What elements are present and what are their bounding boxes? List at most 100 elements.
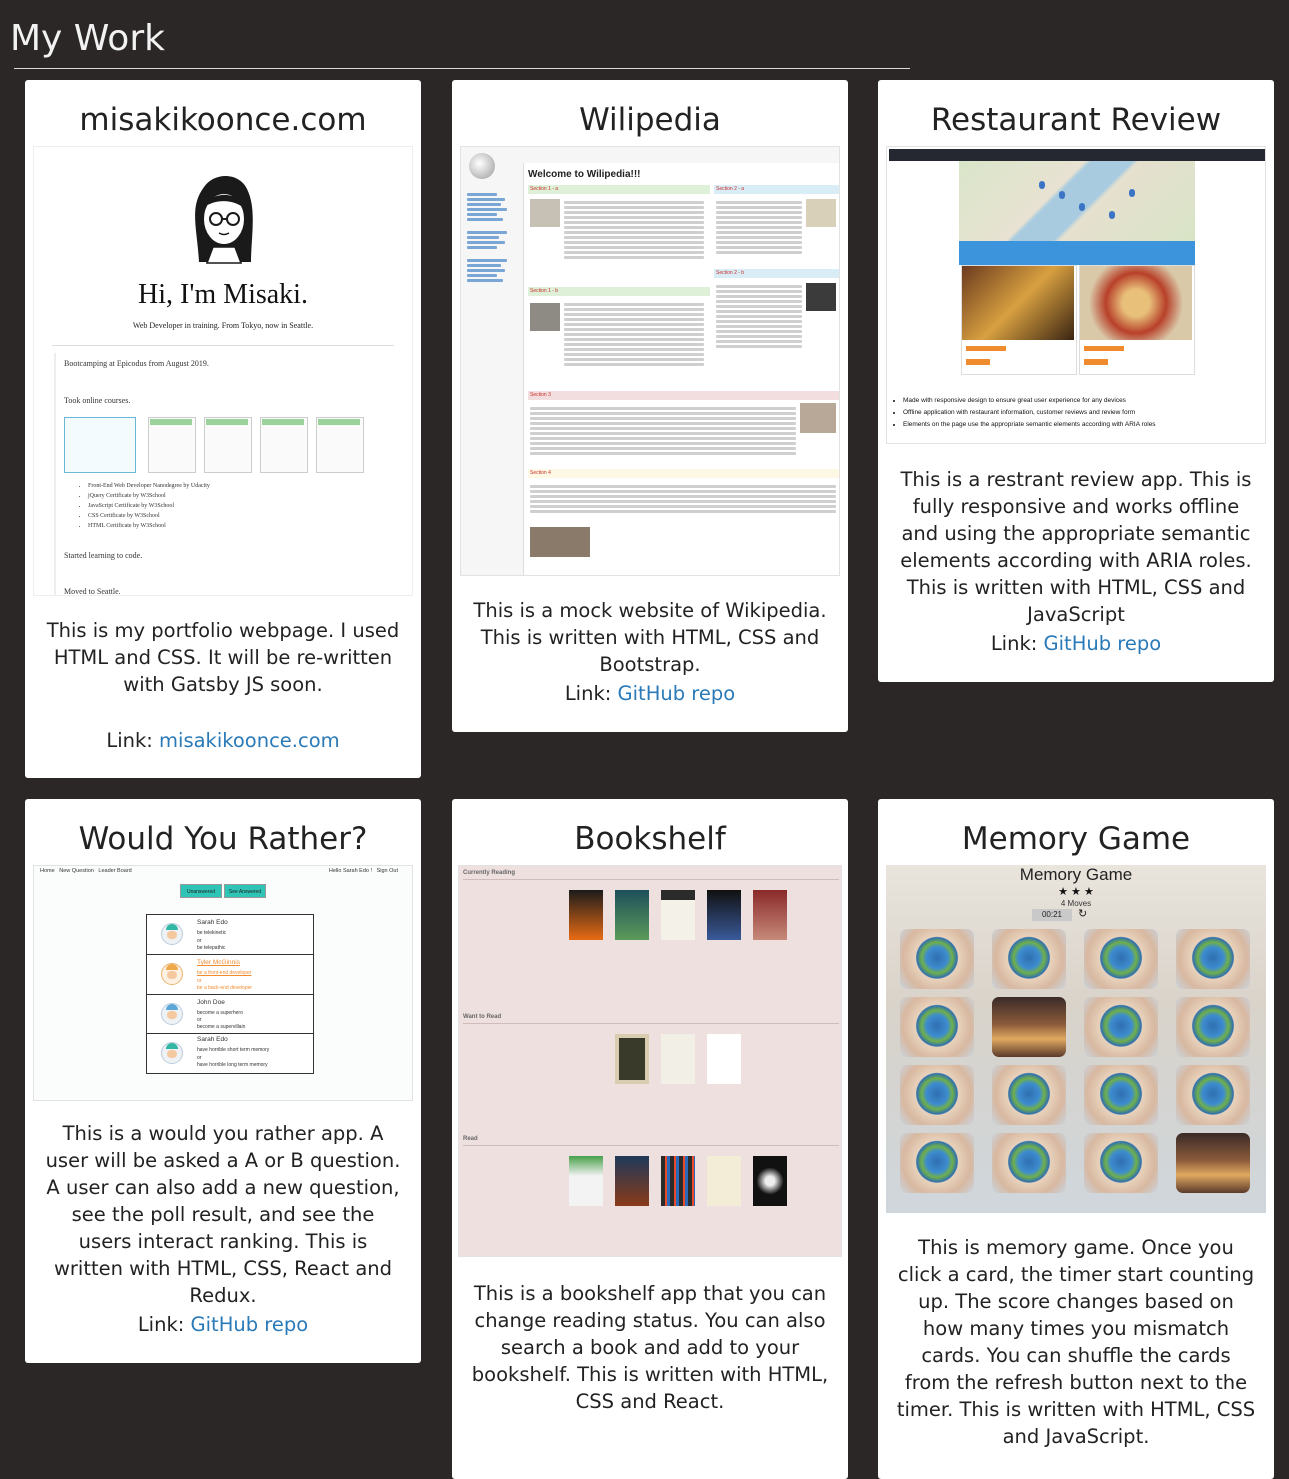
poll-author: Sarah Edo bbox=[197, 919, 228, 926]
poll-author: Sarah Edo bbox=[197, 1036, 228, 1043]
memory-card[interactable] bbox=[992, 929, 1066, 989]
poll-author: Tyler McGinnis bbox=[197, 959, 240, 966]
card-description: This is a mock website of Wikipedia. Thi… bbox=[473, 599, 827, 676]
memory-card[interactable] bbox=[1084, 1065, 1158, 1125]
link-label: Link: bbox=[990, 632, 1044, 655]
poll-option-b: become a supervillain bbox=[197, 1024, 246, 1030]
list-item: Front-End Web Developer Nanodegree by Ud… bbox=[88, 481, 210, 491]
section-label: Section 3 bbox=[530, 392, 551, 398]
poll-or: or bbox=[197, 1017, 202, 1023]
github-repo-link[interactable]: GitHub repo bbox=[618, 682, 736, 705]
poll-option-a: have horrible short term memory bbox=[197, 1047, 270, 1053]
portfolio-screenshot: Hi, I'm Misaki. Web Developer in trainin… bbox=[33, 146, 413, 596]
list-item: jQuery Certificate by W3School bbox=[88, 491, 210, 501]
game-timer: 00:21 bbox=[1032, 909, 1072, 921]
poll-option-b: be a back-end developer bbox=[197, 985, 253, 991]
card-title: Wilipedia bbox=[579, 102, 721, 138]
timeline-item: Moved to Seattle. bbox=[64, 587, 121, 596]
wiki-heading: Welcome to Wilipedia!!! bbox=[528, 169, 641, 180]
star-rating: ★ ★ ★ bbox=[1058, 886, 1094, 898]
avatar bbox=[161, 1042, 183, 1064]
github-repo-link[interactable]: GitHub repo bbox=[1044, 632, 1162, 655]
avatar bbox=[161, 963, 183, 985]
memory-card[interactable] bbox=[1084, 929, 1158, 989]
card-description: This is a would you rather app. A user w… bbox=[45, 1122, 401, 1307]
title-divider bbox=[14, 68, 910, 69]
link-label: Link: bbox=[106, 729, 160, 752]
section-label: Section 1 - b bbox=[530, 288, 559, 294]
poll-or: or bbox=[197, 938, 202, 944]
card-title: Restaurant Review bbox=[930, 102, 1222, 138]
memory-card[interactable] bbox=[900, 997, 974, 1057]
memory-card[interactable] bbox=[992, 1065, 1066, 1125]
shelf-title: Currently Reading bbox=[463, 870, 516, 876]
nav-new-question: New Question bbox=[59, 868, 94, 874]
portfolio-link[interactable]: misakikoonce.com bbox=[159, 729, 340, 752]
list-item: Made with responsive design to ensure gr… bbox=[903, 395, 1156, 407]
list-item: HTML Certificate by W3School bbox=[88, 521, 210, 531]
tab-unanswered: Unanswered bbox=[180, 884, 222, 898]
card-grid bbox=[900, 929, 1254, 1205]
memory-card-revealed[interactable] bbox=[992, 997, 1066, 1057]
card-title: misakikoonce.com bbox=[79, 102, 367, 138]
link-label: Link: bbox=[137, 1313, 191, 1336]
would-you-rather-screenshot: Home New Question Leader Board Hello Sar… bbox=[33, 865, 413, 1101]
poll-option-a: become a superhero bbox=[197, 1010, 243, 1016]
memory-card-revealed[interactable] bbox=[1176, 1133, 1250, 1193]
wilipedia-screenshot: Welcome to Wilipedia!!! Section 1 - a Se… bbox=[460, 146, 840, 576]
certificate-list: Front-End Web Developer Nanodegree by Ud… bbox=[74, 481, 210, 531]
avatar bbox=[161, 1003, 183, 1025]
feature-list: Made with responsive design to ensure gr… bbox=[887, 395, 1156, 431]
user-greeting: Hello Sarah Edo ! bbox=[328, 868, 372, 874]
memory-card[interactable] bbox=[900, 1133, 974, 1193]
section-label: Section 2 - a bbox=[716, 186, 745, 192]
bookshelf-screenshot: Currently Reading Want to Read Read bbox=[458, 865, 842, 1257]
section-label: Section 1 - a bbox=[530, 186, 559, 192]
list-item: JavaScript Certificate by W3School bbox=[88, 501, 210, 511]
project-card-portfolio: misakikoonce.com Hi, I'm Misaki. Web Dev… bbox=[25, 80, 421, 778]
map-preview bbox=[959, 161, 1195, 241]
poll-author: John Doe bbox=[197, 999, 225, 1006]
wiki-globe-icon bbox=[469, 153, 495, 179]
card-description: This is my portfolio webpage. I used HTM… bbox=[46, 619, 400, 696]
card-title: Memory Game bbox=[961, 821, 1191, 857]
card-description: This is a restrant review app. This is f… bbox=[900, 468, 1252, 626]
card-link-line: Link: GitHub repo bbox=[25, 1313, 421, 1336]
page-title: My Work bbox=[10, 18, 165, 59]
poll-option-b: have horrible long term memory bbox=[197, 1062, 268, 1068]
memory-game-screenshot: Memory Game ★ ★ ★ 4 Moves 00:21 ↻ bbox=[886, 865, 1266, 1213]
memory-card[interactable] bbox=[1176, 929, 1250, 989]
shelf-title: Read bbox=[463, 1136, 478, 1142]
timeline-item: Started learning to code. bbox=[64, 551, 143, 560]
memory-card[interactable] bbox=[1084, 997, 1158, 1057]
game-heading: Memory Game bbox=[1019, 865, 1133, 884]
memory-card[interactable] bbox=[1084, 1133, 1158, 1193]
poll-option-a: be a front-end developer bbox=[197, 970, 252, 976]
project-card-bookshelf: Bookshelf Currently Reading Want to Read… bbox=[452, 799, 848, 1479]
avatar-drawing-icon bbox=[195, 175, 253, 264]
link-label: Link: bbox=[564, 682, 618, 705]
poll-or: or bbox=[197, 1055, 202, 1061]
list-item: Offline application with restaurant info… bbox=[903, 407, 1156, 419]
timeline-item: Took online courses. bbox=[64, 396, 131, 405]
memory-card[interactable] bbox=[900, 1065, 974, 1125]
refresh-icon[interactable]: ↻ bbox=[1078, 907, 1087, 920]
nav-leader-board: Leader Board bbox=[98, 868, 132, 874]
portfolio-heading: Hi, I'm Misaki. bbox=[138, 279, 308, 310]
memory-card[interactable] bbox=[900, 929, 974, 989]
memory-card[interactable] bbox=[992, 1133, 1066, 1193]
github-repo-link[interactable]: GitHub repo bbox=[191, 1313, 309, 1336]
tab-answered: See Answered bbox=[224, 884, 266, 898]
memory-card[interactable] bbox=[1176, 1065, 1250, 1125]
project-card-wilipedia: Wilipedia Welcome to Wilipedia!!! Sectio… bbox=[452, 80, 848, 732]
project-card-memory-game: Memory Game Memory Game ★ ★ ★ 4 Moves 00… bbox=[878, 799, 1274, 1479]
list-item: CSS Certificate by W3School bbox=[88, 511, 210, 521]
card-link-line: Link: GitHub repo bbox=[878, 632, 1274, 655]
project-card-would-you-rather: Would You Rather? Home New Question Lead… bbox=[25, 799, 421, 1363]
list-item: Elements on the page use the appropriate… bbox=[903, 419, 1156, 431]
sign-out: Sign Out bbox=[376, 868, 398, 874]
moves-counter: 4 Moves bbox=[1060, 899, 1092, 908]
memory-card[interactable] bbox=[1176, 997, 1250, 1057]
card-link-line: Link: GitHub repo bbox=[452, 682, 848, 705]
avatar bbox=[161, 923, 183, 945]
